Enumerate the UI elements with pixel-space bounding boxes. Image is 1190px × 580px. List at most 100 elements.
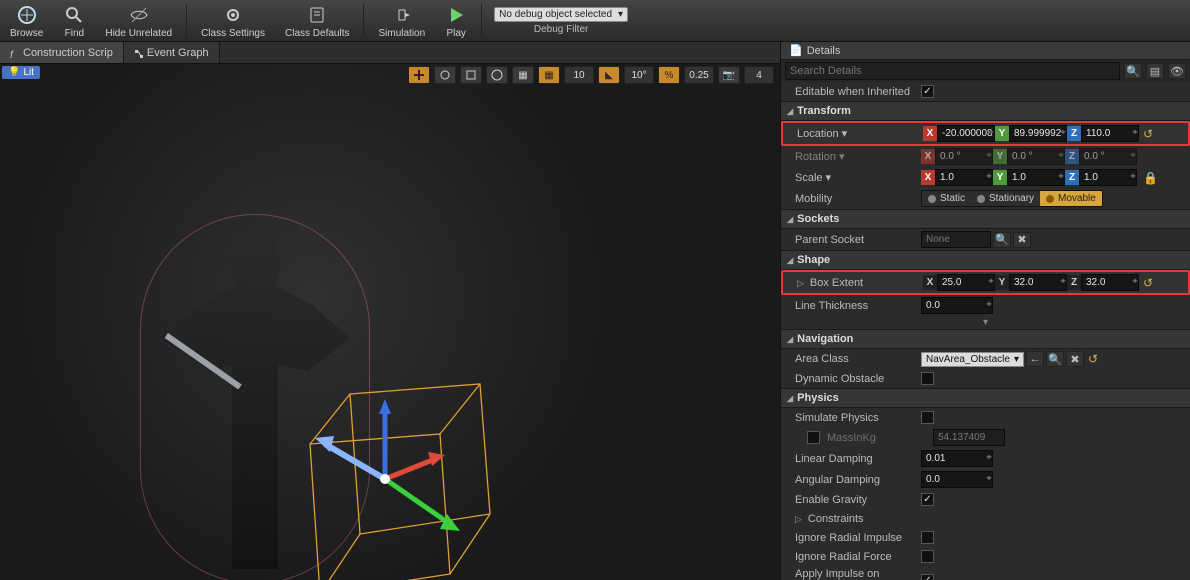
lit-mode-badge[interactable]: 💡 Lit <box>2 66 40 79</box>
translate-mode-button[interactable] <box>408 66 430 84</box>
browse-class-icon[interactable]: 🔍 <box>1046 351 1064 367</box>
category-transform[interactable]: Transform <box>781 101 1190 121</box>
class-defaults-button[interactable]: Class Defaults <box>275 0 359 41</box>
play-label: Play <box>446 28 465 39</box>
search-icon[interactable]: 🔍 <box>1124 63 1142 79</box>
expand-shape-advanced[interactable]: ▾ <box>781 316 1190 329</box>
angle-snap-value[interactable]: 10° <box>624 66 654 84</box>
ignore-radial-impulse-checkbox[interactable] <box>921 531 934 544</box>
scale-mode-button[interactable] <box>460 66 482 84</box>
category-navigation[interactable]: Navigation <box>781 329 1190 349</box>
browse-button[interactable]: Browse <box>0 0 53 41</box>
mobility-movable[interactable]: Movable <box>1040 191 1102 206</box>
translate-gizmo <box>315 399 460 531</box>
category-sockets[interactable]: Sockets <box>781 209 1190 229</box>
area-class-row: Area Class NavArea_Obstacle▾ ← 🔍 ✖ ↺ <box>781 349 1190 369</box>
linear-damping-field[interactable]: 0.01 <box>921 450 993 467</box>
angular-damping-field[interactable]: 0.0 <box>921 471 993 488</box>
play-icon <box>445 4 467 26</box>
ignore-radial-force-label: Ignore Radial Force <box>795 551 917 563</box>
box-extent-z-field[interactable]: 32.0 <box>1081 274 1139 291</box>
angle-snap-toggle[interactable]: ◣ <box>598 66 620 84</box>
parent-socket-row: Parent Socket None 🔍 ✖ <box>781 229 1190 250</box>
location-z-field[interactable]: 110.0 <box>1081 125 1139 142</box>
editable-inherited-checkbox[interactable] <box>921 85 934 98</box>
location-label: Location▾ <box>797 127 919 140</box>
coord-space-button[interactable] <box>486 66 508 84</box>
category-label: Shape <box>797 254 830 266</box>
details-icon: 📄 <box>789 44 803 57</box>
debug-filter-area: No debug object selected ▾ Debug Filter <box>486 0 636 41</box>
area-class-label: Area Class <box>795 353 917 365</box>
scale-snap-toggle[interactable]: % <box>658 66 680 84</box>
details-tab[interactable]: 📄 Details <box>781 42 1190 60</box>
constraints-row[interactable]: Constraints <box>781 509 1190 528</box>
chevron-down-icon: ▾ <box>618 9 623 20</box>
reset-box-extent-icon[interactable]: ↺ <box>1143 276 1153 290</box>
scale-snap-value[interactable]: 0.25 <box>684 66 714 84</box>
matrix-icon[interactable]: ▤ <box>1146 63 1164 79</box>
debug-select-value: No debug object selected <box>499 9 612 20</box>
chevron-down-icon[interactable]: ▾ <box>826 171 832 184</box>
clear-socket-icon[interactable]: ✖ <box>1013 232 1031 248</box>
eye-icon[interactable]: 👁 <box>1168 63 1186 79</box>
apply-impulse-damage-checkbox[interactable] <box>921 574 934 580</box>
gear-icon <box>222 4 244 26</box>
dynamic-obstacle-checkbox[interactable] <box>921 372 934 385</box>
category-label: Transform <box>797 105 851 117</box>
scale-x-field[interactable]: 1.0 <box>935 169 993 186</box>
play-button[interactable]: Play <box>435 0 477 41</box>
class-settings-button[interactable]: Class Settings <box>191 0 275 41</box>
scale-z-field[interactable]: 1.0 <box>1079 169 1137 186</box>
line-thickness-field[interactable]: 0.0 <box>921 297 993 314</box>
nav-back-icon[interactable]: ← <box>1026 351 1044 367</box>
browse-label: Browse <box>10 28 43 39</box>
category-label: Physics <box>797 392 839 404</box>
lock-scale-icon[interactable]: 🔒 <box>1143 171 1158 185</box>
box-extent-x-field[interactable]: 25.0 <box>937 274 995 291</box>
scale-y-field[interactable]: 1.0 <box>1007 169 1065 186</box>
mobility-stationary[interactable]: Stationary <box>971 191 1040 206</box>
camera-speed-value[interactable]: 4 <box>744 66 774 84</box>
ignore-radial-force-checkbox[interactable] <box>921 550 934 563</box>
grid-snap-toggle[interactable]: ▦ <box>538 66 560 84</box>
category-physics[interactable]: Physics <box>781 388 1190 408</box>
category-shape[interactable]: Shape <box>781 250 1190 270</box>
details-search-input[interactable] <box>785 62 1120 80</box>
axis-z-tag: Z <box>1067 126 1081 141</box>
parent-socket-field[interactable]: None <box>921 231 991 248</box>
reset-area-class-icon[interactable]: ↺ <box>1088 352 1098 366</box>
debug-filter-label: Debug Filter <box>534 24 588 35</box>
location-x-field[interactable]: -20.000008 <box>937 125 995 142</box>
mass-override-checkbox[interactable] <box>807 431 820 444</box>
enable-gravity-checkbox[interactable] <box>921 493 934 506</box>
simulate-physics-checkbox[interactable] <box>921 411 934 424</box>
chevron-down-icon[interactable]: ▾ <box>839 150 845 163</box>
surface-snap-button[interactable]: ▦ <box>512 66 534 84</box>
rotation-y-field[interactable]: 0.0 ° <box>1007 148 1065 165</box>
camera-speed-icon[interactable]: 📷 <box>718 66 740 84</box>
grid-snap-value[interactable]: 10 <box>564 66 594 84</box>
line-thickness-label: Line Thickness <box>795 300 917 312</box>
viewport-3d[interactable]: 💡 Lit ▦ ▦ 10 ◣ 10° % 0.25 📷 4 <box>0 64 780 580</box>
chevron-down-icon[interactable]: ▾ <box>842 127 848 140</box>
tab-construction-script[interactable]: f Construction Scrip <box>0 42 124 63</box>
ignore-radial-impulse-label: Ignore Radial Impulse <box>795 532 917 544</box>
details-search-row: 🔍 ▤ 👁 <box>781 60 1190 82</box>
rotate-mode-button[interactable] <box>434 66 456 84</box>
location-y-field[interactable]: 89.999992 <box>1009 125 1067 142</box>
simulation-label: Simulation <box>378 28 425 39</box>
area-class-dropdown[interactable]: NavArea_Obstacle▾ <box>921 352 1024 367</box>
browse-socket-icon[interactable]: 🔍 <box>993 232 1011 248</box>
clear-class-icon[interactable]: ✖ <box>1066 351 1084 367</box>
hide-unrelated-button[interactable]: Hide Unrelated <box>95 0 182 41</box>
rotation-z-field[interactable]: 0.0 ° <box>1079 148 1137 165</box>
mobility-static[interactable]: Static <box>922 191 971 206</box>
box-extent-y-field[interactable]: 32.0 <box>1009 274 1067 291</box>
simulation-button[interactable]: Simulation <box>368 0 435 41</box>
rotation-x-field[interactable]: 0.0 ° <box>935 148 993 165</box>
find-button[interactable]: Find <box>53 0 95 41</box>
debug-object-select[interactable]: No debug object selected ▾ <box>494 7 628 22</box>
reset-location-icon[interactable]: ↺ <box>1143 127 1153 141</box>
tab-event-graph[interactable]: Event Graph <box>124 42 220 63</box>
